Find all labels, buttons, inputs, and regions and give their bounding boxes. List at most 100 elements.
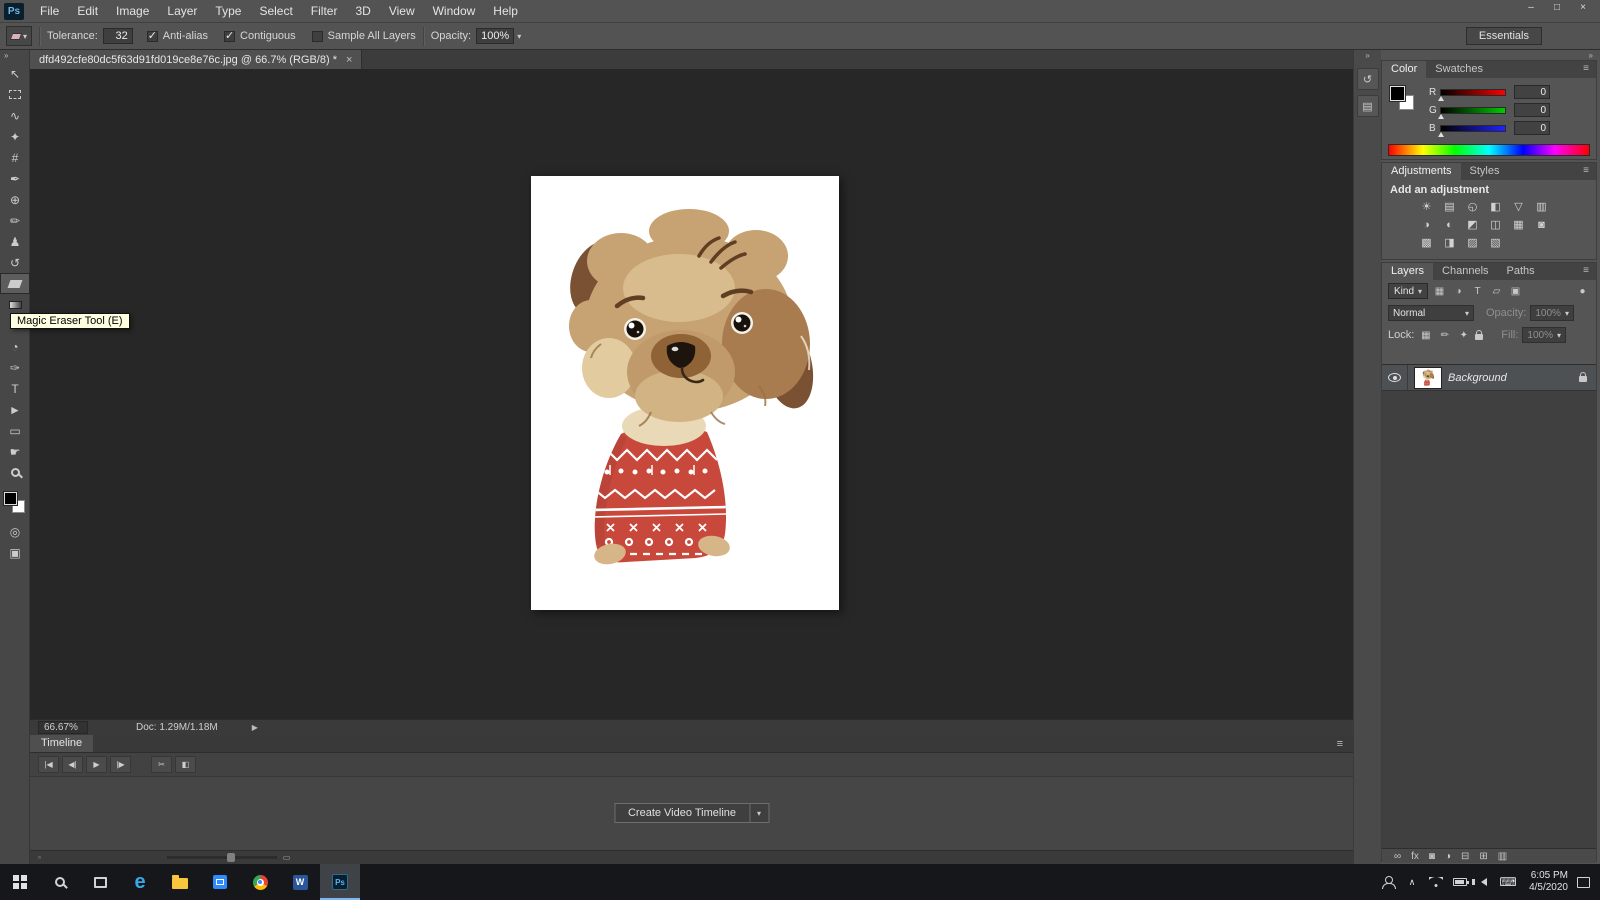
expand-dock-icon[interactable]: » (1354, 50, 1381, 63)
menu-type[interactable]: Type (206, 2, 250, 20)
color-swatch-pair[interactable] (1390, 86, 1420, 116)
tools-collapse-icon[interactable]: » (0, 50, 29, 63)
pen-tool[interactable]: ✑ (0, 357, 30, 378)
smart-object-filter-icon[interactable]: ▣ (1508, 286, 1523, 297)
eyedropper-tool[interactable]: ✒ (0, 168, 30, 189)
task-view-button[interactable] (80, 864, 120, 900)
document-tab[interactable]: dfd492cfe80dc5f63d91fd019ce8e76c.jpg @ 6… (30, 50, 363, 69)
invert-icon[interactable]: ◙ (1533, 217, 1550, 232)
spot-healing-brush-tool[interactable]: ⊕ (0, 189, 30, 210)
hand-tool[interactable]: ☛ (0, 441, 30, 462)
slider-thumb[interactable] (1438, 131, 1444, 137)
screen-mode-button[interactable]: ▣ (0, 542, 30, 563)
move-tool[interactable]: ↖ (0, 63, 30, 84)
tool-preset-picker[interactable]: ▾ (6, 26, 32, 46)
background-layer-row[interactable]: Background (1382, 365, 1596, 391)
slider-thumb[interactable] (1438, 95, 1444, 101)
opacity-dropdown-icon[interactable]: ▾ (517, 32, 521, 41)
menu-image[interactable]: Image (107, 2, 158, 20)
menu-file[interactable]: File (31, 2, 68, 20)
people-button[interactable] (1376, 864, 1400, 900)
layer-thumbnail[interactable] (1414, 366, 1442, 389)
workspace-switcher[interactable]: Essentials (1465, 27, 1542, 45)
timeline-zoom-out-icon[interactable]: ▫ (38, 853, 41, 862)
menu-window[interactable]: Window (424, 2, 485, 20)
timeline-type-dropdown[interactable]: ▾ (750, 803, 770, 823)
channel-mixer-icon[interactable]: ◫ (1487, 217, 1504, 232)
layer-name[interactable]: Background (1448, 372, 1507, 384)
file-explorer-button[interactable] (160, 864, 200, 900)
foreground-background-colors[interactable] (2, 491, 28, 517)
panel-menu-icon[interactable]: ≡ (1576, 163, 1596, 180)
tab-adjustments[interactable]: Adjustments (1382, 163, 1461, 180)
color-spectrum-ramp[interactable] (1388, 144, 1590, 156)
blue-value-input[interactable]: 0 (1514, 121, 1550, 135)
close-tab-icon[interactable]: × (346, 54, 352, 66)
timeline-zoom-in-icon[interactable]: ▭ (283, 853, 291, 862)
browser-app-button[interactable] (240, 864, 280, 900)
history-brush-tool[interactable]: ↺ (0, 252, 30, 273)
adjustment-filter-icon[interactable]: ◑ (1451, 286, 1466, 297)
tab-channels[interactable]: Channels (1433, 263, 1498, 280)
brush-tool[interactable]: ✏ (0, 210, 30, 231)
hue-saturation-icon[interactable]: ▥ (1533, 199, 1550, 214)
type-filter-icon[interactable]: T (1470, 286, 1485, 297)
lock-all-icon[interactable] (1475, 330, 1484, 340)
rectangle-tool[interactable]: ▭ (0, 420, 30, 441)
timeline-zoom-slider[interactable] (166, 853, 277, 862)
tab-paths[interactable]: Paths (1497, 263, 1544, 280)
new-adjustment-layer-icon[interactable]: ◑ (1445, 851, 1451, 862)
menu-3d[interactable]: 3D (346, 2, 379, 20)
type-tool[interactable]: T (0, 378, 30, 399)
threshold-icon[interactable]: ◨ (1441, 235, 1458, 250)
collapse-panels-icon[interactable]: » (1589, 51, 1593, 60)
layer-effects-icon[interactable]: fx (1411, 851, 1419, 862)
new-group-icon[interactable]: ⊟ (1461, 851, 1469, 862)
clone-stamp-tool[interactable]: ♟ (0, 231, 30, 252)
volume-button[interactable] (1472, 864, 1496, 900)
network-button[interactable] (1424, 864, 1448, 900)
action-center-icon[interactable] (1577, 876, 1590, 888)
pixel-filter-icon[interactable]: ▦ (1432, 286, 1447, 297)
document-image[interactable] (531, 176, 839, 610)
lasso-tool[interactable]: ∿ (0, 105, 30, 126)
tab-layers[interactable]: Layers (1382, 263, 1434, 280)
menu-view[interactable]: View (380, 2, 424, 20)
clock[interactable]: 6:05 PM 4/5/2020 (1520, 870, 1577, 894)
properties-panel-button[interactable]: ▤ (1356, 95, 1379, 117)
kind-filter-dropdown[interactable]: Kind ▾ (1388, 283, 1429, 299)
tab-swatches[interactable]: Swatches (1426, 61, 1492, 78)
new-layer-icon[interactable]: ⊞ (1479, 851, 1487, 862)
photoshop-app-button[interactable]: Ps (320, 864, 360, 900)
blend-mode-dropdown[interactable]: Normal ▾ (1388, 305, 1474, 321)
exposure-icon[interactable]: ◧ (1487, 199, 1504, 214)
foreground-color-swatch[interactable] (1390, 86, 1405, 101)
dodge-tool[interactable]: ◔ (0, 336, 30, 357)
brightness-contrast-icon[interactable]: ☀ (1418, 199, 1435, 214)
tab-color[interactable]: Color (1382, 61, 1427, 78)
panel-menu-icon[interactable]: ≡ (1576, 61, 1596, 78)
rectangular-marquee-tool[interactable] (0, 84, 30, 105)
red-slider[interactable] (1438, 88, 1506, 101)
anti-alias-checkbox[interactable] (146, 29, 158, 42)
battery-button[interactable] (1448, 864, 1472, 900)
delete-layer-icon[interactable]: ▥ (1498, 851, 1507, 862)
layer-opacity-input[interactable]: 100% ▾ (1530, 305, 1574, 321)
zoom-tool[interactable] (0, 462, 30, 483)
gradient-tool[interactable] (0, 294, 30, 315)
menu-help[interactable]: Help (484, 2, 527, 20)
vibrance-icon[interactable]: ▽ (1510, 199, 1527, 214)
filter-toggle-icon[interactable]: ● (1575, 286, 1590, 297)
start-button[interactable] (0, 864, 40, 900)
contiguous-checkbox[interactable] (224, 29, 236, 42)
panel-menu-icon[interactable]: ≡ (1576, 263, 1596, 280)
restore-button[interactable]: □ (1544, 0, 1570, 15)
store-app-button[interactable] (200, 864, 240, 900)
history-panel-button[interactable]: ↺ (1356, 68, 1379, 90)
foreground-color-swatch[interactable] (3, 492, 17, 505)
touch-keyboard-button[interactable]: ⌨ (1496, 864, 1520, 900)
curves-icon[interactable]: ◵ (1464, 199, 1481, 214)
word-app-button[interactable]: W (280, 864, 320, 900)
magic-eraser-tool[interactable] (0, 273, 30, 294)
visibility-toggle[interactable] (1382, 365, 1408, 390)
